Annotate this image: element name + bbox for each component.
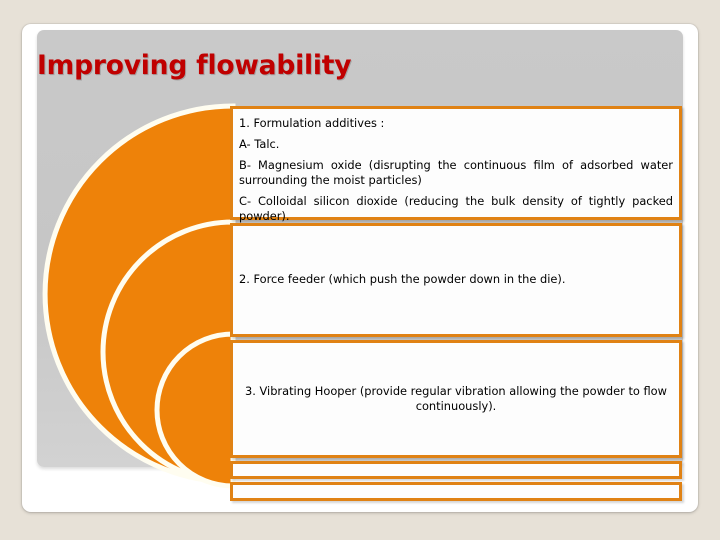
- box2-line-1: 2. Force feeder (which push the powder d…: [239, 272, 566, 287]
- content-box-vibrating-hooper: 3. Vibrating Hooper (provide regular vib…: [230, 340, 682, 458]
- content-box-stack: 1. Formulation additives : A- Talc. B- M…: [230, 106, 682, 504]
- box1-line-3: B- Magnesium oxide (disrupting the conti…: [239, 158, 673, 188]
- slide-stage: Improving flowability 1. Formulation add…: [0, 0, 720, 540]
- content-box-force-feeder: 2. Force feeder (which push the powder d…: [230, 223, 682, 337]
- box1-line-4: C- Colloidal silicon dioxide (reducing t…: [239, 194, 673, 224]
- box3-line-1: 3. Vibrating Hooper (provide regular vib…: [245, 383, 667, 413]
- box1-line-2: A- Talc.: [239, 137, 280, 152]
- slide-card: Improving flowability 1. Formulation add…: [22, 24, 698, 512]
- box1-line-1: 1. Formulation additives :: [239, 116, 385, 130]
- page-title: Improving flowability: [37, 50, 352, 81]
- content-box-empty-1: [230, 461, 682, 479]
- content-box-empty-2: [230, 482, 682, 501]
- content-box-formulation-additives: 1. Formulation additives : A- Talc. B- M…: [230, 106, 682, 223]
